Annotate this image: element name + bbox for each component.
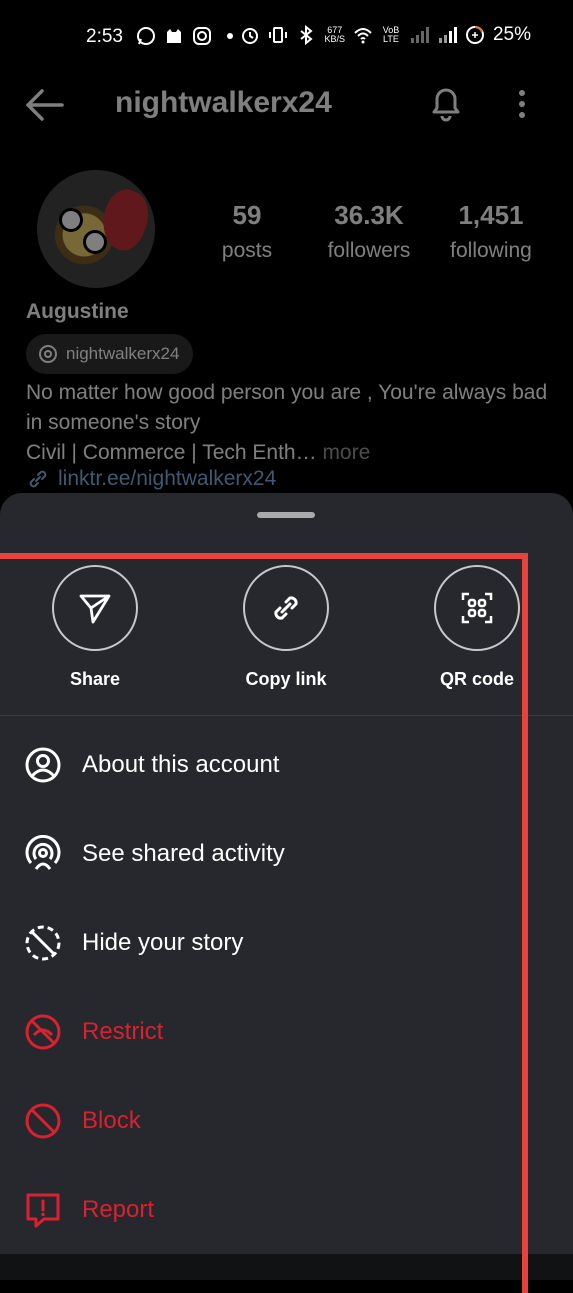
profile-link-text: linktr.ee/nightwalkerx24 xyxy=(58,467,277,490)
battery-percent: 25% xyxy=(492,24,531,45)
volte-indicator: VoB LTE xyxy=(382,25,400,44)
signal-icon-2 xyxy=(438,27,457,43)
whatsapp-icon xyxy=(137,27,155,45)
profile-link[interactable]: linktr.ee/nightwalkerx24 xyxy=(26,467,276,491)
vibrate-icon xyxy=(269,27,288,43)
status-time: 2:53 xyxy=(86,26,123,47)
bio-line-2: Civil | Commerce | Tech Enth… more xyxy=(26,438,556,468)
bio-line-2-text: Civil | Commerce | Tech Enth… xyxy=(26,441,317,464)
bell-icon[interactable] xyxy=(428,84,464,122)
notification-icons xyxy=(136,26,240,46)
bio: No matter how good person you are , You'… xyxy=(26,378,556,468)
sheet-drag-handle[interactable] xyxy=(257,512,315,518)
bio-line-1: No matter how good person you are , You'… xyxy=(26,381,548,434)
bio-more-link[interactable]: more xyxy=(317,441,370,464)
avatar[interactable] xyxy=(37,170,155,288)
stat-followers-label: followers xyxy=(327,239,411,262)
signal-icon xyxy=(410,27,429,43)
battery-saver-icon xyxy=(465,26,484,44)
cat-app-icon xyxy=(167,29,181,43)
threads-handle: nightwalkerx24 xyxy=(66,344,180,363)
wifi-icon xyxy=(354,28,372,44)
stat-followers[interactable]: 36.3K followers xyxy=(304,200,434,263)
network-speed: 677 KB/S xyxy=(324,26,345,44)
stat-following-value: 1,451 xyxy=(458,200,524,230)
highlight-annotation xyxy=(0,553,528,1293)
dot-icon xyxy=(227,33,233,39)
chain-link-icon xyxy=(29,470,47,488)
display-name: Augustine xyxy=(26,300,129,323)
bluetooth-icon xyxy=(300,25,314,45)
more-options-icon[interactable] xyxy=(512,88,532,120)
stat-posts-label: posts xyxy=(221,239,273,262)
threads-icon xyxy=(39,345,57,363)
profile-username: nightwalkerx24 xyxy=(115,86,332,119)
threads-badge[interactable]: nightwalkerx24 xyxy=(26,334,194,374)
stat-posts-value: 59 xyxy=(232,200,262,230)
network-speed-unit: KB/S xyxy=(324,34,345,44)
status-bar: 2:53 677 KB/S VoB LTE 25% xyxy=(0,0,573,74)
stat-followers-value: 36.3K xyxy=(334,200,404,230)
stat-posts[interactable]: 59 posts xyxy=(182,200,312,263)
instagram-icon xyxy=(193,27,211,45)
stat-following[interactable]: 1,451 following xyxy=(426,200,556,263)
stat-following-label: following xyxy=(450,239,532,262)
back-arrow-icon[interactable] xyxy=(24,88,64,122)
system-icons: 677 KB/S VoB LTE 25% xyxy=(240,24,531,46)
alarm-icon xyxy=(242,28,259,44)
